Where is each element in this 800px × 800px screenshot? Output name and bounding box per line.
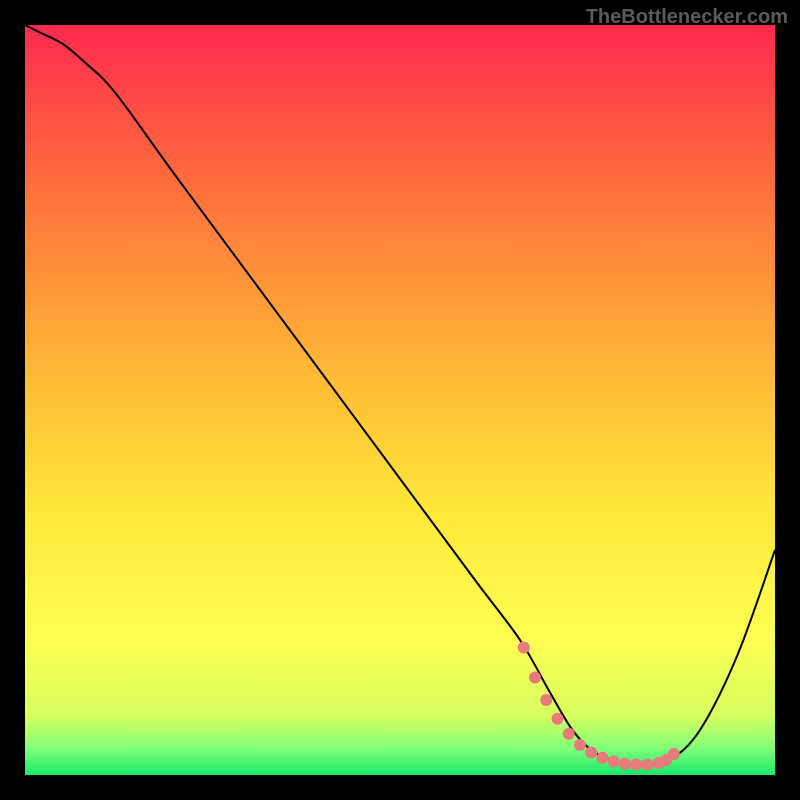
marker-dot <box>597 752 609 764</box>
marker-dot <box>630 759 642 771</box>
gradient-background <box>25 25 775 775</box>
chart-plot <box>25 25 775 775</box>
marker-dot <box>529 672 541 684</box>
marker-dot <box>668 748 680 760</box>
marker-dot <box>608 756 620 768</box>
marker-dot <box>585 747 597 759</box>
marker-dot <box>552 713 564 725</box>
marker-dot <box>574 739 586 751</box>
watermark-text: TheBottlenecker.com <box>586 6 788 29</box>
marker-dot <box>563 728 575 740</box>
marker-dot <box>518 642 530 654</box>
marker-dot <box>619 758 631 770</box>
marker-dot <box>642 759 654 771</box>
marker-dot <box>540 694 552 706</box>
chart-container: TheBottlenecker.com <box>0 0 800 800</box>
